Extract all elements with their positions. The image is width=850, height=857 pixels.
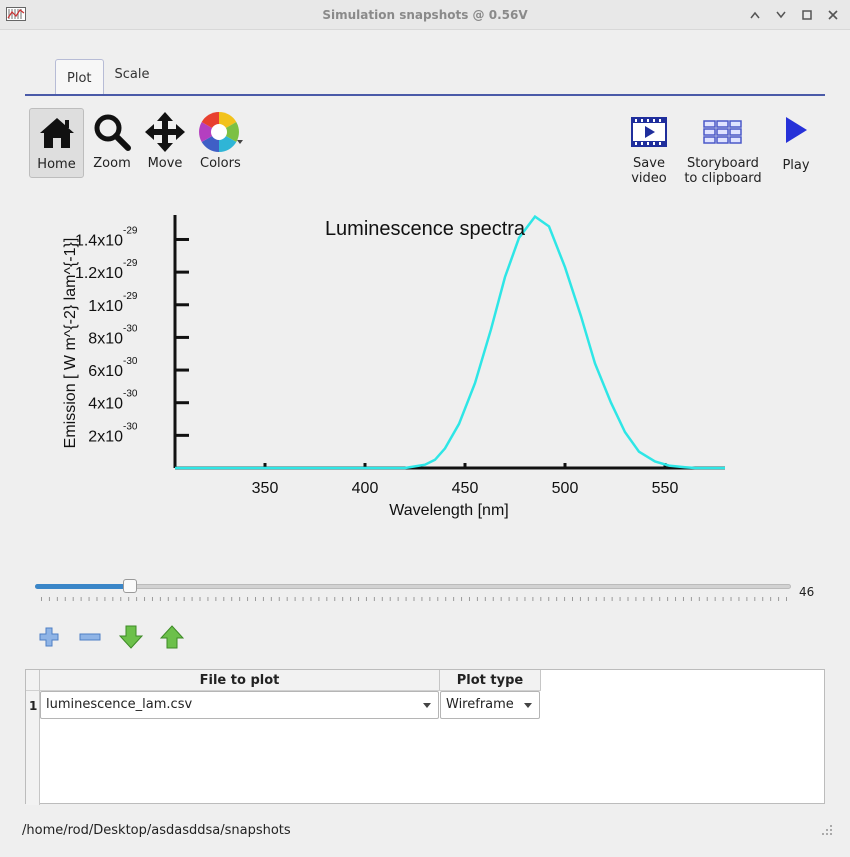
move-arrows-icon <box>141 108 189 156</box>
y-tick-exponent: -29 <box>123 291 138 302</box>
frame-slider[interactable] <box>35 579 795 604</box>
color-wheel-icon <box>194 108 262 156</box>
close-icon[interactable] <box>824 7 842 23</box>
plus-icon <box>39 627 59 647</box>
y-tick-exponent: -29 <box>123 258 138 269</box>
home-icon <box>30 109 83 157</box>
slider-handle[interactable] <box>122 579 137 593</box>
expand-icon[interactable] <box>772 7 790 23</box>
x-axis-label: Wavelength [nm] <box>389 502 508 519</box>
storyboard-label-line1: Storyboard <box>687 156 759 171</box>
tab-bar: Plot Scale <box>55 59 161 95</box>
arrow-down-icon <box>119 625 143 649</box>
play-label: Play <box>782 158 810 173</box>
tab-scale[interactable]: Scale <box>104 59 161 95</box>
y-tick-exponent: -29 <box>123 225 138 236</box>
storyboard-grid-icon <box>680 108 766 156</box>
y-axis-label: Emission [ W m^{-2} lam^{-1}] <box>62 238 79 449</box>
resize-grip-icon[interactable] <box>822 824 832 839</box>
colors-button[interactable]: Colors <box>194 108 262 178</box>
spectrum-chart[interactable]: 350 400 450 500 5502x10-304x10-306x10-308x10… <box>25 195 825 535</box>
slider-fill <box>35 584 130 589</box>
play-icon <box>775 108 817 152</box>
y-tick-exponent: -30 <box>123 323 138 334</box>
x-tick-label: 500 <box>552 480 579 497</box>
file-to-plot-dropdown[interactable]: luminescence_lam.csv <box>40 691 439 719</box>
y-tick-label: 1.2x10 <box>75 265 123 282</box>
move-row-down-button[interactable] <box>118 624 144 650</box>
corner-header <box>26 670 40 691</box>
chevron-down-icon <box>423 703 431 708</box>
move-row-up-button[interactable] <box>159 624 185 650</box>
colors-label: Colors <box>200 156 241 171</box>
collapse-icon[interactable] <box>746 7 764 23</box>
home-label: Home <box>37 157 76 172</box>
save-video-label-line2: video <box>631 171 667 186</box>
x-tick-label: 350 <box>252 480 279 497</box>
y-tick-exponent: -30 <box>123 389 138 400</box>
y-tick-exponent: -30 <box>123 356 138 367</box>
add-row-button[interactable] <box>36 624 62 650</box>
plot-type-value: Wireframe <box>446 697 514 712</box>
status-path: /home/rod/Desktop/asdasddsa/snapshots <box>22 823 291 838</box>
slider-value: 46 <box>799 585 815 599</box>
storyboard-label-line2: to clipboard <box>684 171 762 186</box>
film-video-icon <box>622 108 676 156</box>
x-tick-label: 400 <box>352 480 379 497</box>
y-tick-label: 2x10 <box>88 428 123 445</box>
x-tick-label: 550 <box>652 480 679 497</box>
title-bar: Simulation snapshots @ 0.56V <box>0 0 850 30</box>
y-tick-label: 1.4x10 <box>75 232 123 249</box>
slider-track[interactable] <box>35 584 791 589</box>
remove-row-button[interactable] <box>77 624 103 650</box>
y-tick-label: 4x10 <box>88 396 123 413</box>
move-label: Move <box>147 156 183 171</box>
arrow-up-icon <box>160 625 184 649</box>
file-to-plot-value: luminescence_lam.csv <box>46 697 193 712</box>
spectrum-line <box>175 214 725 470</box>
window-title: Simulation snapshots @ 0.56V <box>322 8 528 22</box>
y-tick-label: 1x10 <box>88 298 123 315</box>
save-video-button[interactable]: Save video <box>622 108 676 186</box>
move-button[interactable]: Move <box>141 108 189 178</box>
minus-icon <box>79 633 101 641</box>
y-tick-label: 8x10 <box>88 330 123 347</box>
plot-type-dropdown[interactable]: Wireframe <box>440 691 540 719</box>
x-tick-label: 450 <box>452 480 479 497</box>
play-button[interactable]: Play <box>775 108 817 178</box>
tab-underline <box>25 94 825 96</box>
zoom-icon <box>88 108 136 156</box>
storyboard-button[interactable]: Storyboard to clipboard <box>680 108 766 186</box>
row-header[interactable]: 1 <box>26 691 40 805</box>
y-tick-label: 6x10 <box>88 363 123 380</box>
chevron-down-icon <box>524 703 532 708</box>
plot-area[interactable]: 350 400 450 500 550 2x10 -30 4x10 -30 6x10 -30 8x10… <box>25 195 825 535</box>
header-file-to-plot[interactable]: File to plot <box>40 670 440 691</box>
zoom-button[interactable]: Zoom <box>88 108 136 178</box>
zoom-label: Zoom <box>93 156 131 171</box>
header-plot-type[interactable]: Plot type <box>440 670 541 691</box>
save-video-label-line1: Save <box>633 156 665 171</box>
plot-files-table[interactable]: File to plot Plot type 1 luminescence_la… <box>25 669 825 805</box>
row-index: 1 <box>29 699 38 713</box>
chart-title: Luminescence spectra <box>325 218 526 240</box>
tab-plot[interactable]: Plot <box>55 59 104 95</box>
slider-ticks <box>41 597 787 601</box>
maximize-icon[interactable] <box>798 7 816 23</box>
y-tick-exponent: -30 <box>123 421 138 432</box>
home-button[interactable]: Home <box>29 108 84 178</box>
